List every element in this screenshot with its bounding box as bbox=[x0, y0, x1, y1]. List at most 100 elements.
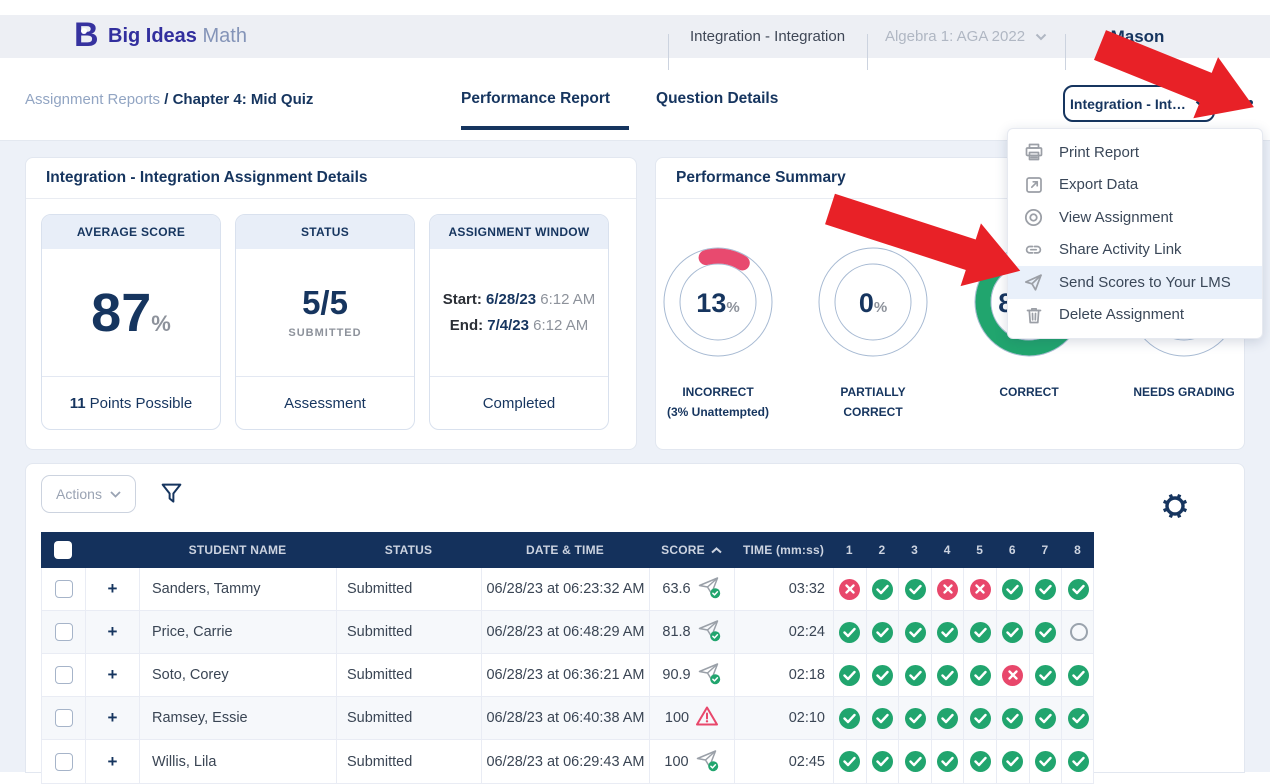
student-name: Price, Carrie bbox=[140, 611, 337, 653]
tab-question-details[interactable]: Question Details bbox=[656, 90, 778, 108]
eye-icon bbox=[1023, 207, 1044, 228]
question-result bbox=[834, 697, 867, 739]
status-tile: STATUS 5/5 SUBMITTED Assessment bbox=[235, 214, 415, 430]
incorrect-x-icon bbox=[970, 579, 991, 600]
students-table: STUDENT NAMESTATUSDATE & TIMESCORETIME (… bbox=[41, 532, 1094, 784]
expand-row-button[interactable]: + bbox=[86, 697, 140, 739]
time-spent: 02:45 bbox=[735, 740, 834, 783]
row-checkbox[interactable] bbox=[42, 611, 86, 653]
menu-item-send-scores-to-your-lms[interactable]: Send Scores to Your LMS bbox=[1008, 266, 1262, 299]
expand-row-button[interactable]: + bbox=[86, 740, 140, 783]
date-time: 06/28/23 at 06:36:21 AM bbox=[482, 654, 650, 696]
breadcrumb-separator: / bbox=[164, 91, 168, 108]
column-header-date-time[interactable]: DATE & TIME bbox=[481, 532, 649, 568]
app-header: B Big Ideas Math Integration - Integrati… bbox=[0, 15, 1270, 58]
menu-item-delete-assignment[interactable]: Delete Assignment bbox=[1008, 299, 1262, 332]
question-result bbox=[932, 697, 965, 739]
correct-check-icon bbox=[1035, 579, 1056, 600]
student-name: Sanders, Tammy bbox=[140, 568, 337, 610]
question-result bbox=[997, 654, 1030, 696]
student-name: Willis, Lila bbox=[140, 740, 337, 783]
more-actions-menu: Print ReportExport DataView AssignmentSh… bbox=[1007, 128, 1263, 339]
column-header-time-mm-ss-[interactable]: TIME (mm:ss) bbox=[734, 532, 833, 568]
question-result bbox=[1062, 611, 1095, 653]
row-checkbox[interactable] bbox=[42, 740, 86, 783]
window-end: End: 7/4/23 6:12 AM bbox=[450, 313, 588, 339]
time-spent: 03:32 bbox=[735, 568, 834, 610]
menu-item-print-report[interactable]: Print Report bbox=[1008, 136, 1262, 169]
correct-check-icon bbox=[1002, 708, 1023, 729]
correct-check-icon bbox=[1002, 751, 1023, 772]
big-ideas-math-logo[interactable]: B Big Ideas Math bbox=[74, 20, 247, 52]
assignment-dropdown-button[interactable]: Integration - Int… bbox=[1063, 85, 1215, 122]
column-header-score[interactable]: SCORE bbox=[649, 532, 734, 568]
row-checkbox[interactable] bbox=[42, 654, 86, 696]
score: 100 bbox=[650, 697, 735, 739]
time-spent: 02:18 bbox=[735, 654, 834, 696]
table-row: +Sanders, TammySubmitted06/28/23 at 06:2… bbox=[42, 568, 1093, 611]
question-result bbox=[834, 740, 867, 783]
more-menu-button[interactable] bbox=[1230, 100, 1253, 105]
menu-item-share-activity-link[interactable]: Share Activity Link bbox=[1008, 234, 1262, 267]
expand-row-button[interactable]: + bbox=[86, 611, 140, 653]
table-row: +Price, CarrieSubmitted06/28/23 at 06:48… bbox=[42, 611, 1093, 654]
menu-item-export-data[interactable]: Export Data bbox=[1008, 169, 1262, 202]
correct-check-icon bbox=[937, 708, 958, 729]
status: Submitted bbox=[337, 611, 482, 653]
brand-text: Big Ideas Math bbox=[108, 25, 247, 48]
breadcrumb-current: Chapter 4: Mid Quiz bbox=[173, 91, 314, 108]
class-selector[interactable]: Algebra 1: AGA 2022 bbox=[867, 15, 1065, 58]
stat-tiles: AVERAGE SCORE 87% 11Points Possible STAT… bbox=[26, 199, 636, 430]
tab-performance-report[interactable]: Performance Report bbox=[461, 90, 610, 108]
sent-check-icon bbox=[697, 575, 722, 603]
expand-column-header bbox=[85, 532, 139, 568]
menu-item-view-assignment[interactable]: View Assignment bbox=[1008, 201, 1262, 234]
filter-icon[interactable] bbox=[159, 481, 184, 511]
question-result bbox=[932, 568, 965, 610]
question-result bbox=[834, 611, 867, 653]
report-tabs: Performance Report Question Details bbox=[461, 90, 778, 108]
question-result bbox=[1062, 568, 1095, 610]
actions-dropdown-button[interactable]: Actions bbox=[41, 475, 136, 513]
correct-check-icon bbox=[905, 751, 926, 772]
correct-check-icon bbox=[1002, 622, 1023, 643]
student-name: Soto, Corey bbox=[140, 654, 337, 696]
correct-check-icon bbox=[839, 751, 860, 772]
correct-check-icon bbox=[872, 579, 893, 600]
incorrect-x-icon bbox=[839, 579, 860, 600]
breadcrumb: Assignment Reports / Chapter 4: Mid Quiz bbox=[25, 91, 313, 108]
assignment-context-label: Integration - Integration bbox=[668, 15, 867, 58]
table-body: +Sanders, TammySubmitted06/28/23 at 06:2… bbox=[41, 568, 1094, 784]
question-result bbox=[834, 568, 867, 610]
expand-row-button[interactable]: + bbox=[86, 654, 140, 696]
score: 100 bbox=[650, 740, 735, 783]
correct-check-icon bbox=[1002, 579, 1023, 600]
breadcrumb-parent-link[interactable]: Assignment Reports bbox=[25, 91, 160, 108]
column-header-student-name[interactable]: STUDENT NAME bbox=[139, 532, 336, 568]
select-all-checkbox[interactable] bbox=[41, 532, 85, 568]
user-menu[interactable]: Mason bbox=[1065, 15, 1210, 58]
row-checkbox[interactable] bbox=[42, 697, 86, 739]
correct-check-icon bbox=[1068, 579, 1089, 600]
unanswered-circle-icon bbox=[1070, 623, 1088, 641]
question-result bbox=[899, 740, 932, 783]
column-header-status[interactable]: STATUS bbox=[336, 532, 481, 568]
brand-b-icon: B bbox=[74, 20, 100, 52]
correct-check-icon bbox=[872, 622, 893, 643]
correct-check-icon bbox=[1068, 665, 1089, 686]
score: 63.6 bbox=[650, 568, 735, 610]
average-score-value: 87 bbox=[91, 283, 151, 343]
sent-check-icon bbox=[697, 618, 722, 646]
question-result bbox=[997, 568, 1030, 610]
average-score-tile: AVERAGE SCORE 87% 11Points Possible bbox=[41, 214, 221, 430]
donut-label: INCORRECT(3% Unattempted) bbox=[638, 382, 798, 423]
correct-check-icon bbox=[905, 708, 926, 729]
question-result bbox=[932, 654, 965, 696]
correct-check-icon bbox=[970, 751, 991, 772]
incorrect-x-icon bbox=[937, 579, 958, 600]
row-checkbox[interactable] bbox=[42, 568, 86, 610]
question-result bbox=[964, 654, 997, 696]
expand-row-button[interactable]: + bbox=[86, 568, 140, 610]
gear-icon[interactable] bbox=[1161, 492, 1189, 525]
correct-check-icon bbox=[937, 622, 958, 643]
